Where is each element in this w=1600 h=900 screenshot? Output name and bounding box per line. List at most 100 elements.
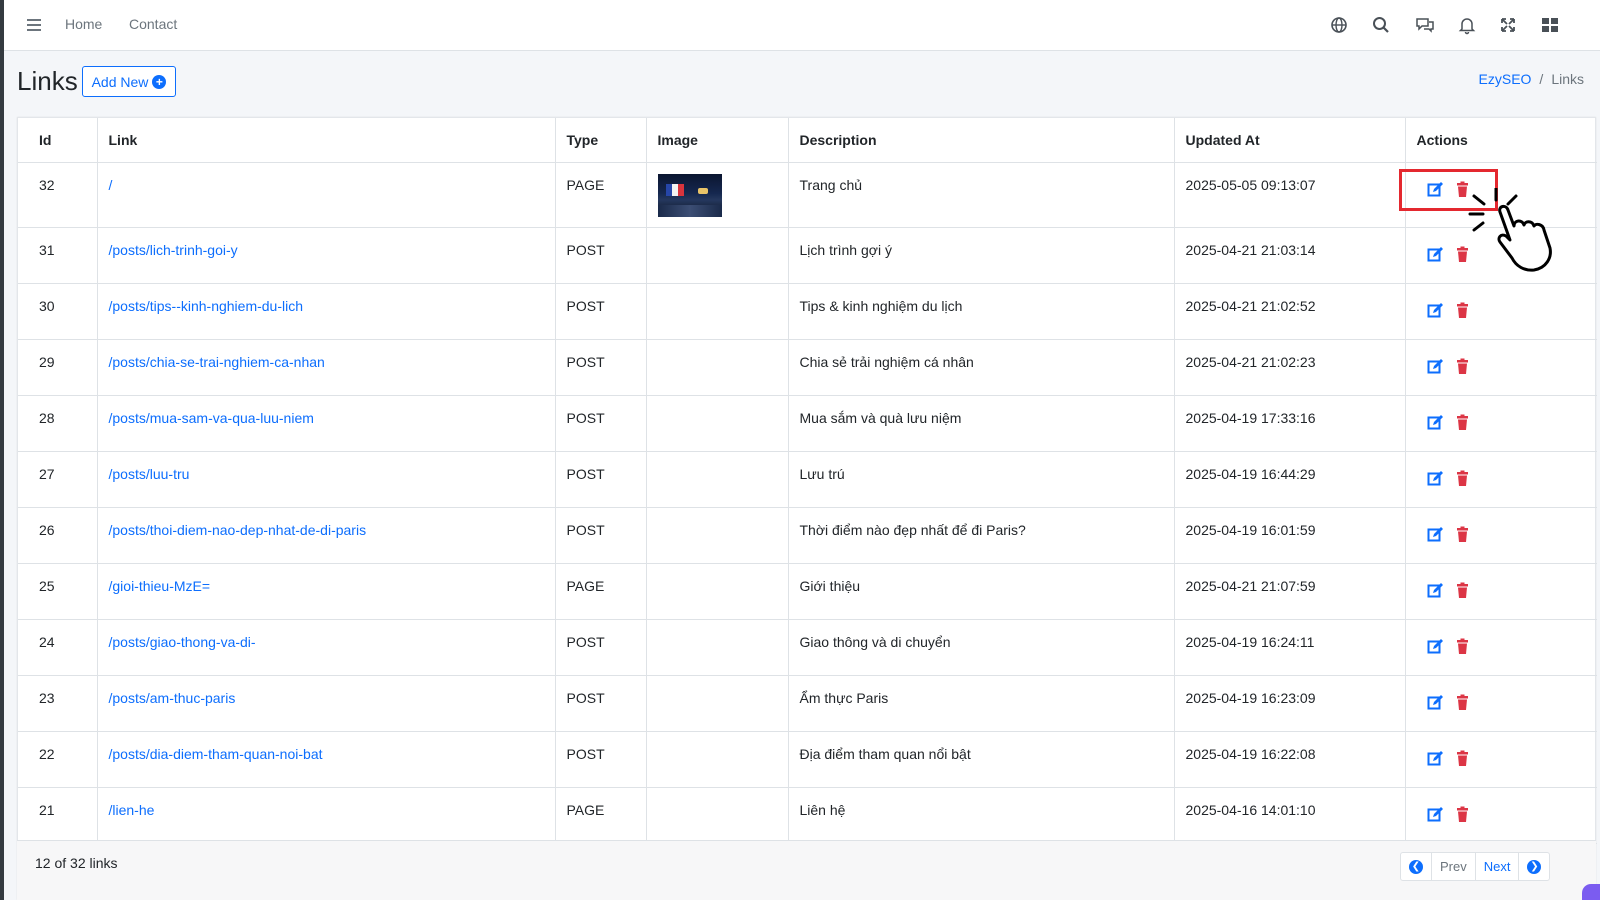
cell-updated-at: 2025-04-19 16:44:29 xyxy=(1174,451,1406,508)
link-url[interactable]: /lien-he xyxy=(109,802,155,818)
edit-icon[interactable] xyxy=(1427,694,1444,711)
last-page-button[interactable]: ❯ xyxy=(1519,853,1549,880)
add-new-label: Add New xyxy=(91,73,149,90)
breadcrumb-home[interactable]: EzySEO xyxy=(1479,71,1532,87)
col-header-link[interactable]: Link xyxy=(97,118,556,163)
add-new-button[interactable]: Add New + xyxy=(82,66,176,97)
edit-icon[interactable] xyxy=(1427,806,1444,823)
table-row: 21/lien-he PAGE Liên hệ 2025-04-16 14:01:10 xyxy=(18,787,1597,844)
prev-page-button[interactable]: Prev xyxy=(1432,853,1476,880)
cell-id: 23 xyxy=(18,675,98,732)
link-url[interactable]: /posts/tips--kinh-nghiem-du-lich xyxy=(109,298,304,314)
cell-id: 22 xyxy=(18,731,98,788)
cell-updated-at: 2025-04-19 16:23:09 xyxy=(1174,675,1406,732)
chat-icon[interactable] xyxy=(1414,14,1436,36)
col-header-id[interactable]: Id xyxy=(18,118,98,163)
cell-actions xyxy=(1405,563,1597,620)
cell-description: Liên hệ xyxy=(788,787,1175,844)
link-url[interactable]: /posts/luu-tru xyxy=(109,466,190,482)
edit-icon[interactable] xyxy=(1427,526,1444,543)
bell-icon[interactable] xyxy=(1456,14,1478,36)
col-header-description[interactable]: Description xyxy=(788,118,1175,163)
top-navbar: Home Contact xyxy=(4,0,1600,51)
link-url[interactable]: /posts/lich-trinh-goi-y xyxy=(109,242,238,258)
link-url[interactable]: /posts/mua-sam-va-qua-luu-niem xyxy=(109,410,314,426)
edit-icon[interactable] xyxy=(1427,246,1444,263)
edit-icon[interactable] xyxy=(1427,181,1444,198)
trash-icon[interactable] xyxy=(1454,694,1471,711)
breadcrumb-separator: / xyxy=(1539,71,1544,87)
links-table: Id Link Type Image Description Updated A… xyxy=(18,118,1597,844)
edit-icon[interactable] xyxy=(1427,414,1444,431)
floating-widget-icon[interactable] xyxy=(1582,884,1600,900)
col-header-updated-at[interactable]: Updated At xyxy=(1174,118,1406,163)
link-url[interactable]: /posts/giao-thong-va-di- xyxy=(109,634,256,650)
link-url[interactable]: /posts/am-thuc-paris xyxy=(109,690,236,706)
cell-image xyxy=(646,283,789,340)
cell-link: / xyxy=(97,162,556,228)
cell-description: Trang chủ xyxy=(788,162,1175,228)
trash-icon[interactable] xyxy=(1454,302,1471,319)
pagination: ❮ Prev Next ❯ xyxy=(1400,852,1551,881)
cell-type: POST xyxy=(555,731,647,788)
link-url[interactable]: /posts/chia-se-trai-nghiem-ca-nhan xyxy=(109,354,325,370)
fullscreen-icon[interactable] xyxy=(1497,14,1519,36)
menu-icon[interactable] xyxy=(24,15,46,35)
trash-icon[interactable] xyxy=(1454,638,1471,655)
cell-updated-at: 2025-04-19 16:01:59 xyxy=(1174,507,1406,564)
trash-icon[interactable] xyxy=(1454,358,1471,375)
trash-icon[interactable] xyxy=(1454,470,1471,487)
edit-icon[interactable] xyxy=(1427,470,1444,487)
links-table-card: Id Link Type Image Description Updated A… xyxy=(17,117,1597,900)
table-row: 28/posts/mua-sam-va-qua-luu-niem POST Mua … xyxy=(18,395,1597,452)
cell-id: 32 xyxy=(18,162,98,228)
edit-icon[interactable] xyxy=(1427,302,1444,319)
trash-icon[interactable] xyxy=(1454,414,1471,431)
cell-id: 30 xyxy=(18,283,98,340)
link-url[interactable]: /gioi-thieu-MzE= xyxy=(109,578,211,594)
cell-type: PAGE xyxy=(555,563,647,620)
edit-icon[interactable] xyxy=(1427,358,1444,375)
cell-image xyxy=(646,507,789,564)
cell-description: Tips & kinh nghiệm du lịch xyxy=(788,283,1175,340)
search-icon[interactable] xyxy=(1370,14,1392,36)
trash-icon[interactable] xyxy=(1454,806,1471,823)
trash-icon[interactable] xyxy=(1454,526,1471,543)
trash-icon[interactable] xyxy=(1454,181,1471,198)
first-page-button[interactable]: ❮ xyxy=(1401,853,1432,880)
cell-description: Ẩm thực Paris xyxy=(788,675,1175,732)
link-url[interactable]: / xyxy=(109,177,113,193)
trash-icon[interactable] xyxy=(1454,750,1471,767)
cell-link: /lien-he xyxy=(97,787,556,844)
cell-actions xyxy=(1405,507,1597,564)
cell-link: /posts/luu-tru xyxy=(97,451,556,508)
next-page-button[interactable]: Next xyxy=(1476,853,1520,880)
plus-circle-icon: + xyxy=(152,74,167,89)
nav-contact-link[interactable]: Contact xyxy=(129,16,177,32)
col-header-type[interactable]: Type xyxy=(555,118,647,163)
grid-icon[interactable] xyxy=(1539,14,1561,36)
link-url[interactable]: /posts/dia-diem-tham-quan-noi-bat xyxy=(109,746,323,762)
cell-type: POST xyxy=(555,227,647,284)
globe-icon[interactable] xyxy=(1328,14,1350,36)
edit-icon[interactable] xyxy=(1427,638,1444,655)
cell-updated-at: 2025-04-21 21:02:52 xyxy=(1174,283,1406,340)
edit-icon[interactable] xyxy=(1427,750,1444,767)
cell-image xyxy=(646,395,789,452)
cell-image xyxy=(646,339,789,396)
cell-type: POST xyxy=(555,339,647,396)
trash-icon[interactable] xyxy=(1454,582,1471,599)
cell-type: POST xyxy=(555,283,647,340)
cell-updated-at: 2025-04-21 21:02:23 xyxy=(1174,339,1406,396)
table-row: 30/posts/tips--kinh-nghiem-du-lich POST Ti… xyxy=(18,283,1597,340)
link-url[interactable]: /posts/thoi-diem-nao-dep-nhat-de-di-pari… xyxy=(109,522,367,538)
nav-home-link[interactable]: Home xyxy=(65,16,102,32)
edit-icon[interactable] xyxy=(1427,582,1444,599)
cell-id: 24 xyxy=(18,619,98,676)
trash-icon[interactable] xyxy=(1454,246,1471,263)
cell-image xyxy=(646,619,789,676)
cell-actions xyxy=(1405,731,1597,788)
thumbnail-image[interactable] xyxy=(657,173,722,217)
cell-updated-at: 2025-04-19 16:24:11 xyxy=(1174,619,1406,676)
cell-link: /posts/lich-trinh-goi-y xyxy=(97,227,556,284)
